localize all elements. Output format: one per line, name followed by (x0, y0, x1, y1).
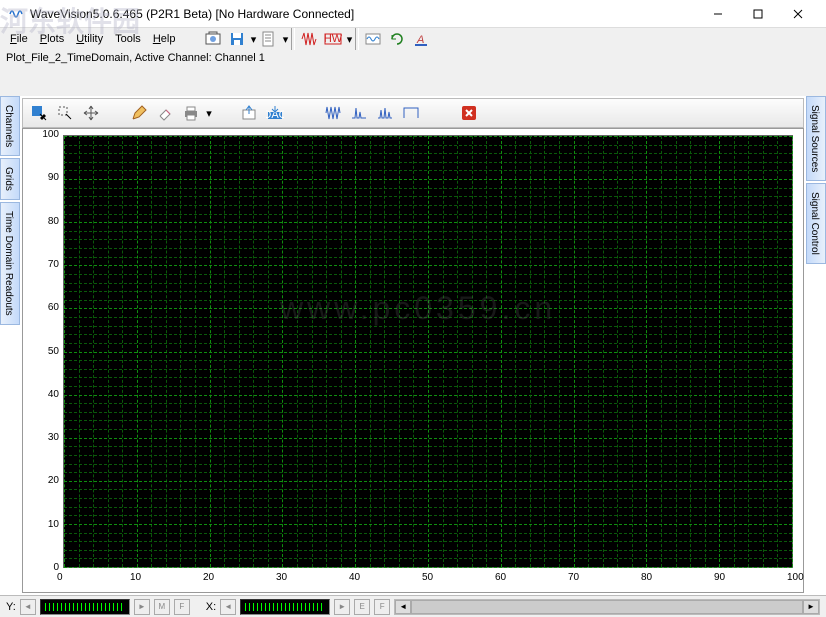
window-title: WaveVision5.0.6.465 (P2R1 Beta) [No Hard… (30, 7, 698, 21)
x-tick-label: 80 (641, 572, 652, 583)
x-tick-label: 40 (349, 572, 360, 583)
y-tick-label: 30 (48, 432, 59, 443)
y-axis-label: Y: (6, 601, 16, 613)
tab-signal-sources[interactable]: Signal Sources (806, 96, 826, 181)
save-button[interactable] (225, 27, 249, 51)
scroll-right-icon[interactable]: ► (803, 600, 819, 614)
y-tick-label: 90 (48, 172, 59, 183)
left-tab-strip: Channels Grids Time Domain Readouts (0, 96, 20, 595)
view-waveform-button[interactable] (321, 101, 345, 125)
x-tick-label: 20 (203, 572, 214, 583)
x-axis-label: X: (206, 601, 216, 613)
erase-button[interactable] (153, 101, 177, 125)
tab-signal-control[interactable]: Signal Control (806, 183, 826, 264)
x-tick-label: 0 (57, 572, 63, 583)
menu-tools[interactable]: Tools (109, 31, 147, 47)
refresh-button[interactable] (385, 27, 409, 51)
view-pulse2-button[interactable] (373, 101, 397, 125)
notes-button[interactable] (257, 27, 281, 51)
menu-utility[interactable]: Utility (70, 31, 109, 47)
bottom-bar: Y: ◄ ► M F X: ◄ ► E F ◄ ► (0, 595, 826, 617)
export-button[interactable] (237, 101, 261, 125)
scroll-left-icon[interactable]: ◄ (395, 600, 411, 614)
signal-button[interactable] (361, 27, 385, 51)
delete-plot-button[interactable] (457, 101, 481, 125)
dac-export-button[interactable]: DAC (263, 101, 287, 125)
right-tab-strip: Signal Sources Signal Control (806, 96, 826, 595)
print-button[interactable] (179, 101, 203, 125)
hw-button[interactable]: HW (321, 27, 345, 51)
y-tick-label: 70 (48, 259, 59, 270)
tab-channels[interactable]: Channels (0, 96, 20, 156)
x-tick-label: 30 (276, 572, 287, 583)
x-tick-label: 70 (568, 572, 579, 583)
x-f-button[interactable]: F (374, 599, 390, 615)
toolbar-separator (355, 28, 359, 50)
zoom-box-button[interactable] (53, 101, 77, 125)
view-step-button[interactable] (399, 101, 423, 125)
cursor-button[interactable] (27, 101, 51, 125)
y-tick-label: 20 (48, 475, 59, 486)
y-tick-label: 100 (42, 129, 59, 140)
status-line: Plot_File_2_TimeDomain, Active Channel: … (0, 50, 826, 68)
x-tick-label: 50 (422, 572, 433, 583)
menu-file[interactable]: File (4, 31, 34, 47)
hw-dropdown-icon[interactable]: ▾ (345, 33, 353, 46)
notes-dropdown-icon[interactable]: ▾ (281, 33, 289, 46)
print-dropdown-icon[interactable]: ▾ (205, 107, 213, 120)
chart-canvas[interactable] (63, 135, 793, 568)
svg-text:HW: HW (324, 33, 342, 45)
text-format-button[interactable]: A (409, 27, 433, 51)
scroll-thumb[interactable] (411, 600, 803, 614)
y-tick-label: 40 (48, 389, 59, 400)
close-button[interactable] (778, 0, 818, 28)
menu-bar: File Plots Utility Tools Help ▾ ▾ HW ▾ A (0, 28, 826, 50)
maximize-button[interactable] (738, 0, 778, 28)
plot-info-label: Plot_File_2_TimeDomain, Active Channel: … (6, 52, 265, 64)
waveform-red-button[interactable] (297, 27, 321, 51)
tab-time-domain-readouts[interactable]: Time Domain Readouts (0, 202, 20, 325)
y-scale-indicator[interactable] (40, 599, 130, 615)
y-scroll-right-button[interactable]: ► (134, 599, 150, 615)
app-icon (8, 6, 24, 22)
x-scroll-left-button[interactable]: ◄ (220, 599, 236, 615)
x-tick-label: 10 (130, 572, 141, 583)
capture-button[interactable] (201, 27, 225, 51)
x-scale-indicator[interactable] (240, 599, 330, 615)
save-dropdown-icon[interactable]: ▾ (249, 33, 257, 46)
y-tick-label: 50 (48, 346, 59, 357)
y-tick-label: 10 (48, 519, 59, 530)
horizontal-scrollbar[interactable]: ◄ ► (394, 599, 820, 615)
menu-help[interactable]: Help (147, 31, 182, 47)
minimize-button[interactable] (698, 0, 738, 28)
title-bar: WaveVision5.0.6.465 (P2R1 Beta) [No Hard… (0, 0, 826, 28)
y-scroll-left-button[interactable]: ◄ (20, 599, 36, 615)
plot-toolbar: ▾ DAC (22, 98, 804, 128)
y-tick-label: 80 (48, 216, 59, 227)
x-scroll-right-button[interactable]: ► (334, 599, 350, 615)
edit-button[interactable] (127, 101, 151, 125)
y-m-button[interactable]: M (154, 599, 170, 615)
x-tick-label: 100 (787, 572, 804, 583)
y-f-button[interactable]: F (174, 599, 190, 615)
toolbar-separator (291, 28, 295, 50)
y-tick-label: 60 (48, 302, 59, 313)
tab-grids[interactable]: Grids (0, 158, 20, 200)
menu-plots[interactable]: Plots (34, 31, 70, 47)
x-tick-label: 60 (495, 572, 506, 583)
view-pulse1-button[interactable] (347, 101, 371, 125)
pan-button[interactable] (79, 101, 103, 125)
x-tick-label: 90 (714, 572, 725, 583)
x-e-button[interactable]: E (354, 599, 370, 615)
plot-area[interactable]: 0102030405060708090100010203040506070809… (22, 128, 804, 593)
